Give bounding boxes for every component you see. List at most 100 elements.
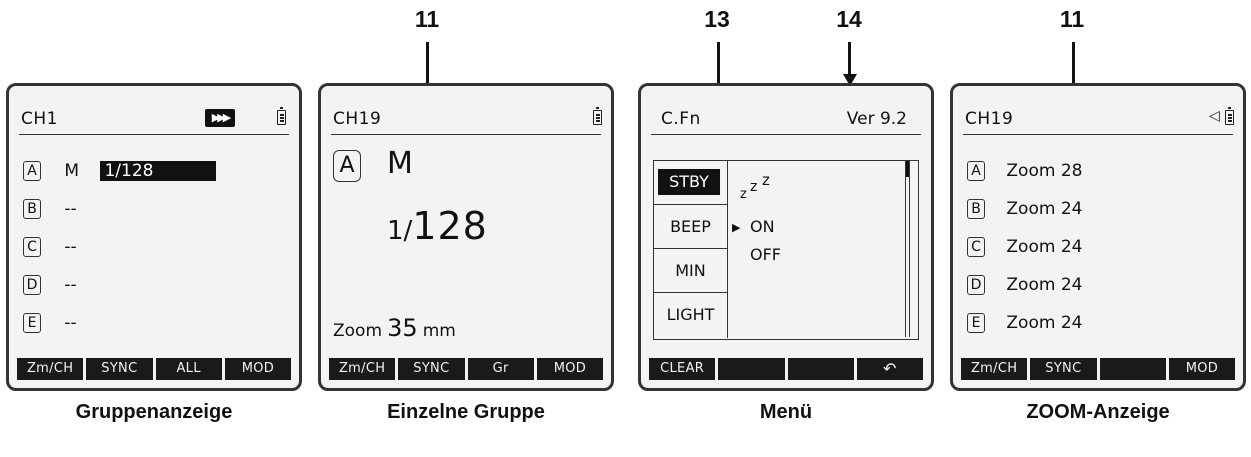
menu-item-stby[interactable]: STBY — [654, 161, 728, 205]
softkey-empty-3[interactable] — [787, 358, 854, 380]
fast-forward-icon: ▶▶▶ — [205, 109, 235, 127]
group-letter-box: D — [967, 275, 985, 295]
callout-14: 14 — [836, 6, 862, 32]
group-letter-box: A — [967, 161, 985, 181]
softkey-back[interactable]: ↶ — [856, 358, 923, 380]
zoom-readout: Zoom 35 mm — [333, 314, 456, 342]
screen-header: CH1 ▶▶▶ — [19, 106, 289, 135]
softkey-empty-3[interactable] — [1099, 358, 1166, 380]
group-row-a[interactable]: A M 1/128 — [23, 161, 217, 181]
lcd-screen-zoom-display: CH19 ◁ A Zoom 28 B Zoom 24 C Zoom 24 D Z… — [950, 83, 1246, 391]
zoom-label: Zoom 24 — [1006, 237, 1083, 257]
screen-header: CH19 ◁ — [963, 106, 1234, 135]
group-mode: M — [64, 161, 80, 181]
zoom-label: Zoom — [333, 321, 383, 341]
softkey-mod[interactable]: MOD — [536, 358, 603, 380]
lcd-screen-single-group: CH19 A M 1/128 Zoom 35 mm Zm/CH SYNC Gr … — [318, 83, 614, 391]
zoom-row-a[interactable]: A Zoom 28 — [967, 161, 1082, 181]
battery-icon — [277, 107, 286, 125]
group-mode: -- — [64, 275, 77, 295]
zoom-row-b[interactable]: B Zoom 24 — [967, 199, 1082, 219]
zoom-row-d[interactable]: D Zoom 24 — [967, 275, 1082, 295]
power-prefix: 1/ — [387, 216, 413, 246]
sleep-symbol: z z z — [740, 171, 800, 205]
group-row-d[interactable]: D -- — [23, 275, 77, 295]
callout-11-left: 11 — [414, 6, 440, 32]
menu-scrollbar[interactable] — [905, 161, 910, 337]
screen-header: C.Fn Ver 9.2 — [651, 106, 921, 135]
group-letter-box: E — [23, 313, 41, 333]
group-letter-box: C — [23, 237, 41, 257]
caption-single-group: Einzelne Gruppe — [387, 401, 545, 423]
softkey-bar: CLEAR ↶ — [649, 358, 923, 380]
softkey-bar: Zm/CH SYNC MOD — [961, 358, 1235, 380]
zoom-row-c[interactable]: C Zoom 24 — [967, 237, 1082, 257]
channel-label: CH1 — [21, 109, 58, 129]
caption-menu: Menü — [759, 401, 813, 423]
group-letter-box: B — [23, 199, 41, 219]
zoom-label: Zoom 24 — [1006, 275, 1083, 295]
softkey-sync[interactable]: SYNC — [86, 358, 153, 380]
channel-label: CH19 — [333, 109, 382, 129]
group-letter-box: A — [23, 161, 41, 181]
group-letter-large: A — [333, 150, 361, 182]
zoom-label: Zoom 24 — [1006, 199, 1083, 219]
softkey-mod[interactable]: MOD — [1168, 358, 1235, 380]
group-letter-box: E — [967, 313, 985, 333]
caption-group-display: Gruppenanzeige — [75, 401, 233, 423]
option-off[interactable]: OFF — [750, 245, 781, 264]
battery-icon — [593, 107, 602, 125]
scrollbar-thumb[interactable] — [906, 161, 909, 177]
menu-item-beep[interactable]: BEEP — [654, 205, 728, 249]
sleep-z-small: z — [740, 187, 747, 202]
power-display[interactable]: 1/128 — [387, 204, 488, 248]
mode-label-large: M — [387, 146, 413, 181]
zoom-unit: mm — [422, 321, 456, 341]
softkey-zm-ch[interactable]: Zm/CH — [961, 358, 1028, 380]
group-power-selected[interactable]: 1/128 — [100, 161, 217, 181]
speaker-icon: ◁ — [1209, 108, 1220, 124]
zoom-row-e[interactable]: E Zoom 24 — [967, 313, 1082, 333]
softkey-all[interactable]: ALL — [155, 358, 222, 380]
custom-function-title: C.Fn — [661, 109, 701, 129]
sleep-z-large: z — [762, 171, 770, 189]
group-row-e[interactable]: E -- — [23, 313, 77, 333]
option-on[interactable]: ON — [750, 217, 775, 236]
firmware-version: Ver 9.2 — [846, 109, 907, 129]
menu-item-min[interactable]: MIN — [654, 249, 728, 293]
callout-11-right: 11 — [1059, 6, 1085, 32]
lcd-screen-menu: C.Fn Ver 9.2 STBY BEEP MIN LIGHT z z z ▶… — [638, 83, 934, 391]
group-letter-box: D — [23, 275, 41, 295]
group-mode: -- — [64, 313, 77, 333]
group-mode: -- — [64, 237, 77, 257]
sleep-z-medium: z — [750, 179, 758, 195]
menu-panel: STBY BEEP MIN LIGHT z z z ▶ ON OFF — [653, 160, 919, 340]
softkey-sync[interactable]: SYNC — [1030, 358, 1097, 380]
zoom-label: Zoom 24 — [1006, 313, 1083, 333]
back-arrow-icon: ↶ — [883, 359, 897, 378]
softkey-sync[interactable]: SYNC — [398, 358, 465, 380]
softkey-bar: Zm/CH SYNC ALL MOD — [17, 358, 291, 380]
group-letter-box: C — [967, 237, 985, 257]
zoom-value: 35 — [387, 314, 418, 342]
softkey-clear[interactable]: CLEAR — [649, 358, 716, 380]
channel-label: CH19 — [965, 109, 1014, 129]
softkey-zm-ch[interactable]: Zm/CH — [329, 358, 396, 380]
group-mode: -- — [64, 199, 77, 219]
battery-icon — [1225, 107, 1234, 125]
group-letter-box: B — [967, 199, 985, 219]
group-row-b[interactable]: B -- — [23, 199, 77, 219]
softkey-zm-ch[interactable]: Zm/CH — [17, 358, 84, 380]
caption-zoom-display: ZOOM-Anzeige — [1026, 401, 1170, 423]
power-value: 128 — [412, 204, 488, 248]
menu-item-light[interactable]: LIGHT — [654, 293, 728, 338]
softkey-gr[interactable]: Gr — [467, 358, 534, 380]
softkey-empty-2[interactable] — [718, 358, 785, 380]
softkey-mod[interactable]: MOD — [224, 358, 291, 380]
screen-header: CH19 — [331, 106, 602, 135]
callout-13: 13 — [704, 6, 730, 32]
leader-line-14 — [848, 42, 851, 78]
lcd-screen-group-display: CH1 ▶▶▶ A M 1/128 B -- C -- D -- E -- Zm… — [6, 83, 302, 391]
group-row-c[interactable]: C -- — [23, 237, 77, 257]
option-selector-arrow-icon: ▶ — [732, 221, 741, 234]
